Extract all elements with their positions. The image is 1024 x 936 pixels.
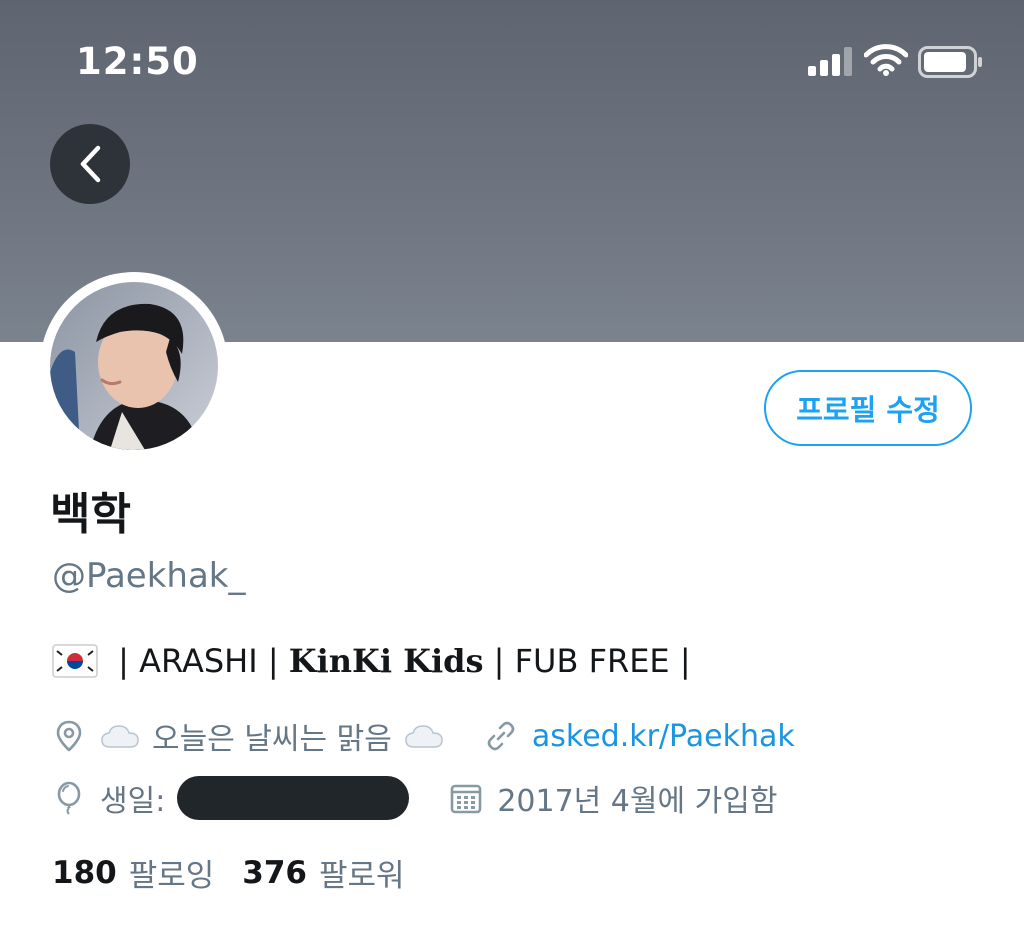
- avatar[interactable]: [40, 272, 228, 460]
- signal-icon: [808, 47, 852, 76]
- status-bar: 12:50: [0, 0, 1024, 120]
- profile-meta-location-link: 오늘은 날씨는 맑음 asked.kr/Paekhak: [52, 714, 795, 758]
- status-time: 12:50: [76, 40, 199, 83]
- followers-stat[interactable]: 376 팔로워: [242, 850, 404, 895]
- followers-label: 팔로워: [319, 858, 405, 894]
- following-stat[interactable]: 180 팔로잉: [52, 850, 214, 895]
- profile-meta-birthday-joined: 생일: 2017년 4월에 가입함: [52, 776, 777, 820]
- calendar-icon: [451, 784, 482, 814]
- joined-date: 2017년 4월에 가입함: [497, 784, 778, 819]
- back-button[interactable]: [50, 124, 130, 204]
- bio-text-end: | FUB FREE |: [483, 642, 691, 680]
- bio-text-start: | ARASHI |: [108, 642, 289, 680]
- chevron-left-icon: [80, 145, 101, 183]
- followers-count: 376: [242, 854, 307, 891]
- cloud-icon: [101, 725, 139, 748]
- location-text: 오늘은 날씨는 맑음: [152, 722, 392, 757]
- follow-stats: 180 팔로잉 376 팔로워: [52, 850, 405, 895]
- edit-profile-button[interactable]: 프로필 수정: [764, 370, 972, 446]
- birthday-label: 생일:: [100, 784, 166, 819]
- profile-screen: 12:50 프로필 수정 백학 @Paekhak_ | ARASHI | Kin…: [0, 0, 1024, 936]
- link-icon: [487, 721, 515, 751]
- wifi-icon: [864, 44, 908, 76]
- location-pin-icon: [56, 720, 82, 752]
- username-handle: @Paekhak_: [52, 556, 246, 596]
- bio-text-kinki-kids: KinKi Kids: [288, 642, 484, 680]
- display-name: 백학: [50, 489, 131, 540]
- cloud-icon: [405, 725, 443, 748]
- avatar-photo: [50, 282, 218, 450]
- battery-icon: [918, 46, 982, 78]
- profile-bio: | ARASHI | KinKi Kids | FUB FREE |: [52, 642, 691, 680]
- balloon-icon: [57, 781, 81, 815]
- profile-website-link[interactable]: asked.kr/Paekhak: [532, 719, 795, 754]
- birthday-redacted-bar: [177, 776, 410, 820]
- following-count: 180: [52, 854, 117, 891]
- south-korea-flag-icon: [52, 644, 98, 678]
- following-label: 팔로잉: [128, 858, 215, 894]
